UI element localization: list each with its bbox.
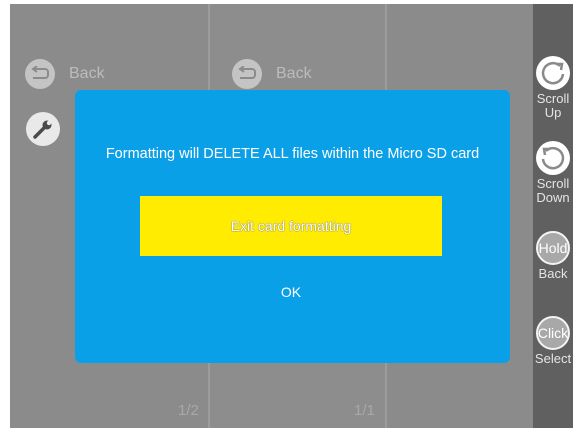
scroll-up-button[interactable]: Scroll Up <box>533 56 573 120</box>
back-label: Back <box>276 65 312 82</box>
rotate-clockwise-icon <box>536 56 570 90</box>
exit-formatting-button[interactable]: Exit card formatting <box>140 196 442 256</box>
scroll-up-line1: Scroll <box>536 91 570 106</box>
click-label: Select <box>534 351 572 366</box>
click-select-button[interactable]: Click Select <box>533 316 573 366</box>
scroll-down-line2: Down <box>536 190 570 205</box>
back-label: Back <box>69 65 105 82</box>
wrench-icon[interactable] <box>26 112 60 146</box>
back-arrow-icon <box>232 59 262 89</box>
hold-ring: Hold <box>536 231 570 265</box>
back-button-2[interactable]: Back <box>232 59 312 89</box>
back-button-1[interactable]: Back <box>25 59 105 89</box>
dialog-message: Formatting will DELETE ALL files within … <box>105 146 480 162</box>
hold-back-button[interactable]: Hold Back <box>533 231 573 281</box>
scroll-down-line1: Scroll <box>536 176 570 191</box>
ok-button[interactable]: OK <box>259 280 323 304</box>
click-ring: Click <box>536 316 570 350</box>
hardware-button-sidebar: Scroll Up Scroll Down Hold Back Click Se… <box>533 4 573 428</box>
page-indicator-2: 1/1 <box>354 402 375 419</box>
hold-label: Back <box>538 266 568 281</box>
scroll-up-line2: Up <box>544 105 562 120</box>
rotate-counterclockwise-icon <box>536 141 570 175</box>
back-arrow-icon <box>25 59 55 89</box>
page-indicator-1: 1/2 <box>178 402 199 419</box>
scroll-down-button[interactable]: Scroll Down <box>533 141 573 205</box>
format-warning-dialog: Formatting will DELETE ALL files within … <box>75 90 510 363</box>
